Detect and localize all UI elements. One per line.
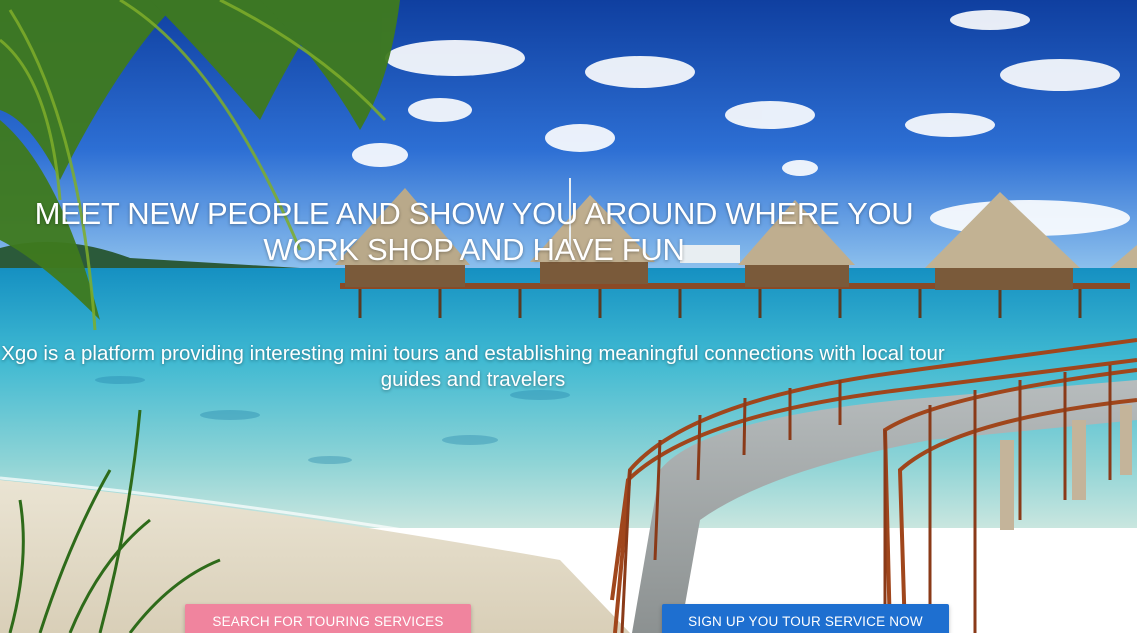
sign-up-tour-service-button[interactable]: SIGN UP YOU TOUR SERVICE NOW xyxy=(662,604,949,633)
search-touring-services-button[interactable]: SEARCH FOR TOURING SERVICES xyxy=(185,604,471,633)
hero-headline: MEET NEW PEOPLE AND SHOW YOU AROUND WHER… xyxy=(34,196,914,267)
hero-background-image xyxy=(0,0,1137,633)
hero-section: MEET NEW PEOPLE AND SHOW YOU AROUND WHER… xyxy=(0,0,1137,633)
hero-tagline: Xgo is a platform providing interesting … xyxy=(1,342,945,391)
